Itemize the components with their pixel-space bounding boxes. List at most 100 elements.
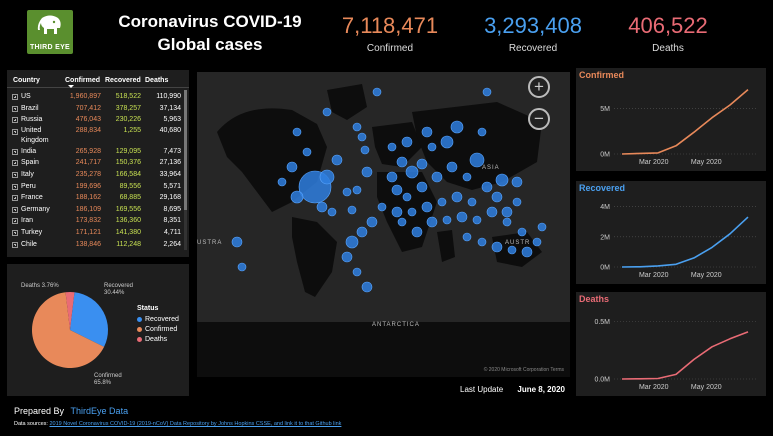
- map-bubble[interactable]: [491, 241, 503, 253]
- series-line[interactable]: [621, 216, 749, 268]
- map-bubble[interactable]: [402, 192, 412, 202]
- expand-icon[interactable]: [12, 148, 18, 155]
- expand-icon[interactable]: [12, 183, 18, 190]
- map-bubble[interactable]: [331, 154, 343, 166]
- expand-icon[interactable]: [12, 229, 18, 236]
- table-row[interactable]: Italy 235,278 166,584 33,964: [7, 169, 189, 181]
- map-bubble[interactable]: [366, 216, 378, 228]
- map-bubble[interactable]: [352, 267, 362, 277]
- expand-icon[interactable]: [12, 241, 18, 248]
- map-bubble[interactable]: [416, 158, 428, 170]
- series-line[interactable]: [621, 88, 749, 155]
- map-bubble[interactable]: [341, 251, 353, 263]
- map-bubble[interactable]: [286, 161, 298, 173]
- map-bubble[interactable]: [356, 226, 368, 238]
- map-bubble[interactable]: [405, 165, 419, 179]
- table-row[interactable]: Germany 186,109 169,556 8,695: [7, 204, 189, 216]
- map-bubble[interactable]: [537, 222, 547, 232]
- map-bubble[interactable]: [407, 207, 417, 217]
- map-bubble[interactable]: [322, 107, 332, 117]
- map-bubble[interactable]: [357, 132, 367, 142]
- map-bubble[interactable]: [377, 202, 387, 212]
- map-bubble[interactable]: [462, 172, 472, 182]
- map-bubble[interactable]: [426, 216, 438, 228]
- map-bubble[interactable]: [411, 226, 423, 238]
- map-bubble[interactable]: [360, 145, 370, 155]
- map-bubble[interactable]: [391, 206, 403, 218]
- table-row[interactable]: Turkey 171,121 141,380 4,711: [7, 227, 189, 239]
- map-bubble[interactable]: [437, 197, 447, 207]
- expand-icon[interactable]: [12, 206, 18, 213]
- map-bubble[interactable]: [327, 207, 337, 217]
- map-bubble[interactable]: [352, 122, 362, 132]
- expand-icon[interactable]: [12, 218, 18, 225]
- map-bubble[interactable]: [352, 185, 362, 195]
- map-bubble[interactable]: [477, 127, 487, 137]
- legend-item-recovered[interactable]: Recovered: [137, 316, 179, 323]
- table-row[interactable]: Chile 138,846 112,248 2,264: [7, 239, 189, 251]
- map-bubble[interactable]: [446, 161, 458, 173]
- expand-icon[interactable]: [12, 105, 18, 112]
- map-bubble[interactable]: [532, 237, 542, 247]
- map-bubble[interactable]: [501, 206, 513, 218]
- map-bubble[interactable]: [495, 173, 509, 187]
- expand-icon[interactable]: [12, 160, 18, 167]
- map-bubble[interactable]: [467, 197, 477, 207]
- sources-link[interactable]: 2019 Novel Coronavirus COVID-19 (2019-nC…: [49, 421, 341, 427]
- map-bubble[interactable]: [462, 232, 472, 242]
- expand-icon[interactable]: [12, 171, 18, 178]
- map-bubble[interactable]: [387, 142, 397, 152]
- map-bubble[interactable]: [421, 126, 433, 138]
- map-bubble[interactable]: [521, 246, 533, 258]
- map-bubble[interactable]: [450, 120, 464, 134]
- expand-icon[interactable]: [12, 117, 18, 124]
- map-bubble[interactable]: [290, 190, 304, 204]
- map-bubble[interactable]: [231, 236, 243, 248]
- map-bubble[interactable]: [517, 227, 527, 237]
- map-bubble[interactable]: [345, 235, 359, 249]
- table-row[interactable]: Iran 173,832 136,360 8,351: [7, 215, 189, 227]
- map-bubble[interactable]: [397, 217, 407, 227]
- map-bubble[interactable]: [342, 187, 352, 197]
- thirdeye-link[interactable]: ThirdEye Data: [71, 406, 129, 416]
- map-bubble[interactable]: [440, 135, 454, 149]
- zoom-out-button[interactable]: −: [528, 108, 550, 130]
- table-row[interactable]: Peru 199,696 89,556 5,571: [7, 181, 189, 193]
- map-bubble[interactable]: [511, 176, 523, 188]
- legend-item-deaths[interactable]: Deaths: [137, 336, 179, 343]
- map-bubble[interactable]: [416, 181, 428, 193]
- map-bubble[interactable]: [482, 87, 492, 97]
- map-bubble[interactable]: [431, 171, 443, 183]
- map-attribution[interactable]: © 2020 Microsoft Corporation Terms: [484, 367, 564, 373]
- expand-icon[interactable]: [12, 128, 18, 135]
- map-bubble[interactable]: [292, 127, 302, 137]
- map-bubble[interactable]: [319, 169, 335, 185]
- column-header-deaths[interactable]: Deaths: [145, 77, 185, 84]
- table-row[interactable]: US 1,960,897 518,522 110,990: [7, 91, 189, 103]
- map-bubble[interactable]: [507, 245, 517, 255]
- table-row[interactable]: Russia 476,043 230,226 5,963: [7, 114, 189, 126]
- map-bubble[interactable]: [361, 166, 373, 178]
- table-row[interactable]: France 188,162 68,885 29,168: [7, 192, 189, 204]
- map-bubble[interactable]: [302, 147, 312, 157]
- map-bubble[interactable]: [456, 211, 468, 223]
- map-bubble[interactable]: [347, 205, 357, 215]
- world-map[interactable]: ANTARCTICA ASIA AUSTR USTRA + − © 2020 M…: [197, 72, 570, 377]
- map-bubble[interactable]: [396, 156, 408, 168]
- map-bubble[interactable]: [491, 191, 503, 203]
- table-row[interactable]: Spain 241,717 150,376 27,136: [7, 157, 189, 169]
- map-bubble[interactable]: [421, 201, 433, 213]
- zoom-in-button[interactable]: +: [528, 76, 550, 98]
- map-bubble[interactable]: [386, 171, 398, 183]
- column-header-confirmed[interactable]: Confirmed: [65, 77, 105, 88]
- map-bubble[interactable]: [502, 217, 512, 227]
- expand-icon[interactable]: [12, 195, 18, 202]
- map-bubble[interactable]: [442, 215, 452, 225]
- map-bubble[interactable]: [391, 184, 403, 196]
- map-bubble[interactable]: [316, 201, 328, 213]
- map-bubble[interactable]: [372, 87, 382, 97]
- table-row[interactable]: India 265,928 129,095 7,473: [7, 146, 189, 158]
- map-bubble[interactable]: [481, 181, 493, 193]
- map-bubble[interactable]: [486, 206, 498, 218]
- legend-item-confirmed[interactable]: Confirmed: [137, 326, 179, 333]
